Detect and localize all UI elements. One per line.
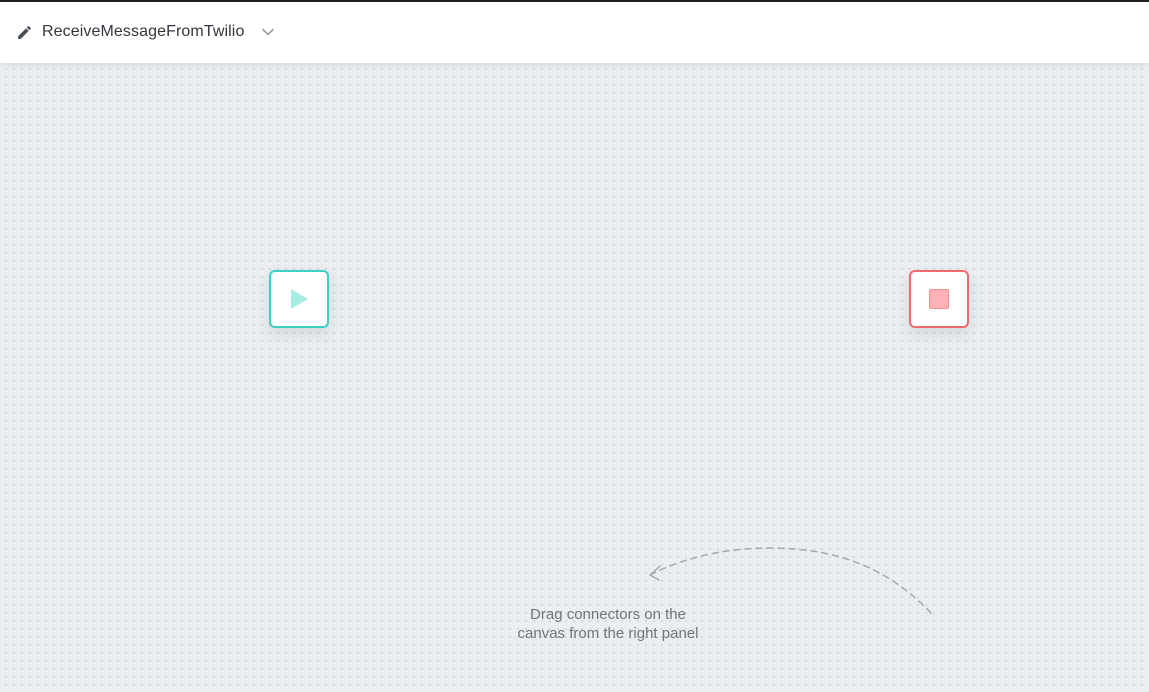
flow-header: ReceiveMessageFromTwilio	[0, 2, 1149, 63]
pencil-icon[interactable]	[16, 24, 33, 41]
stop-icon	[929, 289, 949, 309]
hint-line-2: canvas from the right panel	[517, 625, 699, 642]
play-icon	[291, 289, 308, 309]
chevron-down-icon[interactable]	[261, 25, 275, 39]
canvas-hint-text: Drag connectors on the canvas from the r…	[483, 605, 733, 643]
hint-line-1: Drag connectors on the	[530, 606, 686, 623]
start-node[interactable]	[269, 270, 329, 328]
end-node[interactable]	[909, 270, 969, 328]
flow-name-selector[interactable]: ReceiveMessageFromTwilio	[16, 19, 275, 45]
flow-name-title[interactable]: ReceiveMessageFromTwilio	[42, 23, 244, 41]
flow-canvas[interactable]	[0, 63, 1149, 692]
